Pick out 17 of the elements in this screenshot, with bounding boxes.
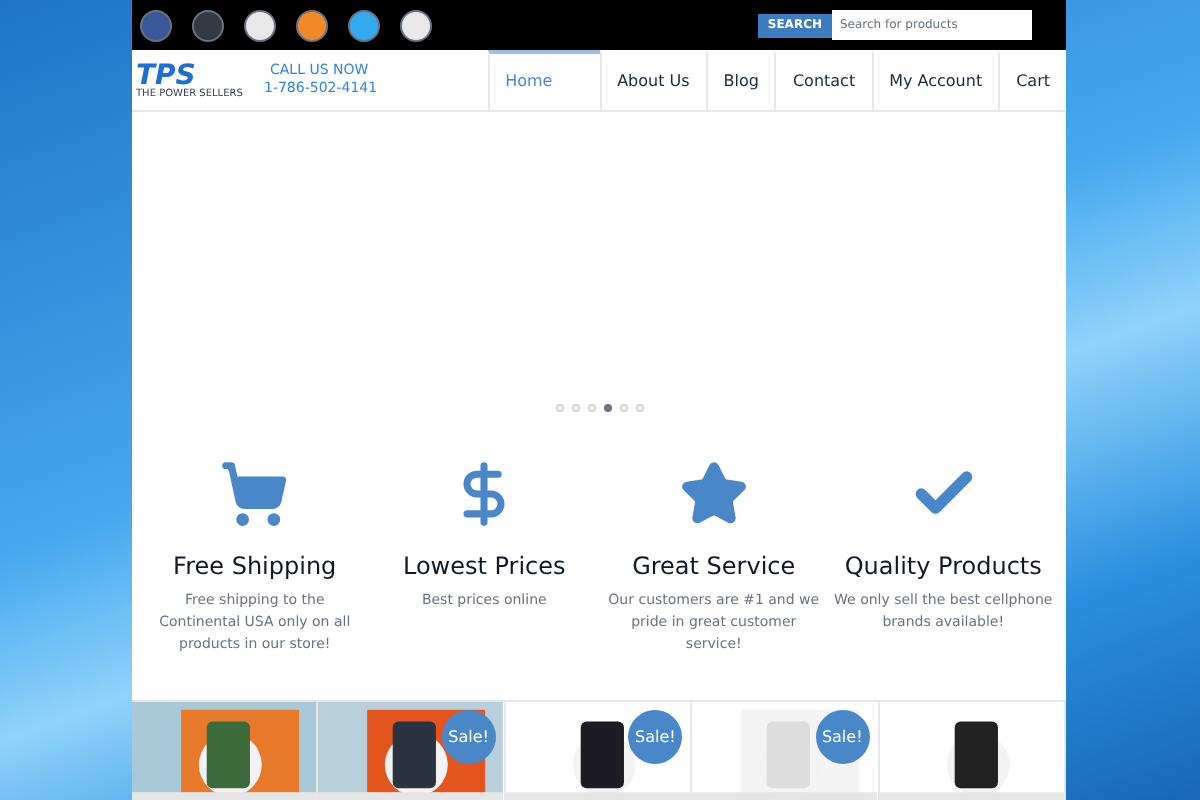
nav-link[interactable]: Home <box>487 50 600 110</box>
nav-link[interactable]: Cart <box>998 50 1066 110</box>
feature-title: Free Shipping <box>173 550 337 584</box>
nav-link[interactable]: Contact <box>774 50 872 110</box>
feature-title: Great Service <box>632 550 796 584</box>
social-icon[interactable] <box>400 9 432 41</box>
social-icon[interactable] <box>244 9 276 41</box>
nav-link[interactable]: Blog <box>705 50 775 110</box>
social-icon[interactable] <box>296 9 328 41</box>
feature-title: Lowest Prices <box>402 550 566 584</box>
nav-link[interactable]: About Us <box>599 50 706 110</box>
social-icon[interactable] <box>348 9 380 41</box>
logo[interactable]: TPS <box>136 61 196 89</box>
star-icon <box>679 460 748 528</box>
feature-title: Quality Products <box>844 550 1042 584</box>
cart-icon <box>220 460 289 528</box>
nav-link[interactable]: My Account <box>871 50 999 110</box>
